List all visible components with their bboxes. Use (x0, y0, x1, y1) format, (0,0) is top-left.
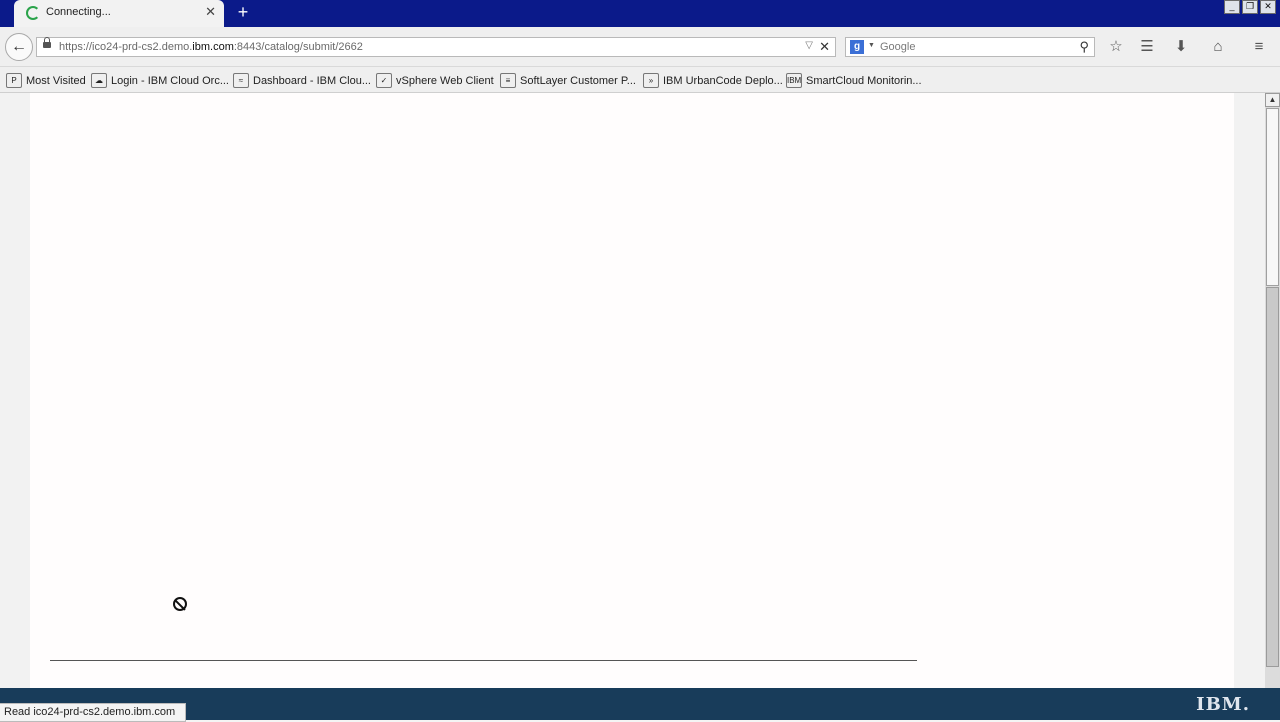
bookmark-label: SmartCloud Monitorin... (806, 74, 922, 87)
engine-dropdown-icon[interactable]: ▼ (868, 42, 875, 49)
bookmark-urbancode[interactable]: » IBM UrbanCode Deplo... (643, 73, 783, 88)
tab-strip: Connecting... ✕ + _ ❐ ✕ (0, 0, 1280, 27)
hamburger-menu-icon[interactable]: ≡ (1248, 38, 1270, 56)
new-tab-button[interactable]: + (234, 2, 252, 24)
bookmark-label: Dashboard - IBM Clou... (253, 74, 371, 87)
tab-active[interactable]: Connecting... ✕ (14, 0, 224, 27)
tab-close-icon[interactable]: ✕ (205, 4, 216, 20)
bookmark-vsphere[interactable]: ✓ vSphere Web Client (376, 73, 494, 88)
url-suffix: :8443/catalog/submit/2662 (233, 41, 363, 53)
bookmark-star-icon[interactable]: ☆ (1105, 38, 1127, 56)
bookmarks-menu-icon[interactable]: ☰ (1136, 38, 1158, 56)
search-icon[interactable]: ⚲ (1079, 39, 1089, 55)
stop-loading-icon[interactable]: ✕ (819, 39, 830, 55)
horizontal-divider (50, 660, 917, 661)
window-controls: _ ❐ ✕ (1224, 0, 1276, 14)
downloads-icon[interactable]: ⬇ (1170, 38, 1192, 56)
bookmarks-toolbar: P Most Visited ☁ Login - IBM Cloud Orc..… (0, 67, 1280, 93)
bookmark-login-ibm-cloud[interactable]: ☁ Login - IBM Cloud Orc... (91, 73, 229, 88)
bookmark-label: SoftLayer Customer P... (520, 74, 636, 87)
page-body (30, 93, 1234, 688)
loading-spinner-icon (26, 6, 40, 20)
minimize-button[interactable]: _ (1224, 0, 1240, 14)
google-engine-icon[interactable]: g (850, 40, 864, 54)
lock-icon (43, 37, 51, 48)
search-placeholder: Google (880, 41, 916, 53)
ibm-icon: IBM (786, 73, 802, 88)
bookmark-most-visited[interactable]: P Most Visited (6, 73, 86, 88)
url-history-dropdown-icon[interactable]: ▽ (805, 40, 813, 51)
bookmark-folder-icon: P (6, 73, 22, 88)
back-button[interactable]: ← (5, 33, 33, 61)
page-viewport (0, 93, 1265, 688)
dashboard-icon: ≈ (233, 73, 249, 88)
vsphere-icon: ✓ (376, 73, 392, 88)
urbancode-icon: » (643, 73, 659, 88)
bookmark-dashboard-ibm-cloud[interactable]: ≈ Dashboard - IBM Clou... (233, 73, 371, 88)
scroll-up-arrow-icon[interactable]: ▲ (1265, 93, 1280, 107)
bookmark-label: Most Visited (26, 74, 86, 87)
not-allowed-cursor-icon (173, 597, 187, 611)
home-icon[interactable]: ⌂ (1207, 38, 1229, 56)
scroll-track-upper[interactable] (1266, 108, 1279, 286)
ibm-logo: IBM. (1196, 694, 1250, 715)
bookmark-softlayer[interactable]: ≡ SoftLayer Customer P... (500, 73, 636, 88)
url-text: https://ico24-prd-cs2.demo.ibm.com:8443/… (59, 41, 363, 53)
close-window-button[interactable]: ✕ (1260, 0, 1276, 14)
tab-title: Connecting... (46, 6, 111, 18)
softlayer-icon: ≡ (500, 73, 516, 88)
cloud-icon: ☁ (91, 73, 107, 88)
scroll-thumb[interactable] (1266, 287, 1279, 667)
url-prefix: https://ico24-prd-cs2.demo. (59, 41, 193, 53)
bookmark-label: IBM UrbanCode Deplo... (663, 74, 783, 87)
bookmark-smartcloud[interactable]: IBM SmartCloud Monitorin... (786, 73, 922, 88)
url-domain: ibm.com (192, 41, 234, 53)
status-bar: Read ico24-prd-cs2.demo.ibm.com (0, 703, 187, 722)
bookmark-label: vSphere Web Client (396, 74, 494, 87)
page-footer: IBM. (0, 688, 1280, 720)
address-bar[interactable]: https://ico24-prd-cs2.demo.ibm.com:8443/… (36, 37, 836, 57)
restore-button[interactable]: ❐ (1242, 0, 1258, 14)
bookmark-label: Login - IBM Cloud Orc... (111, 74, 229, 87)
search-input[interactable]: g ▼ Google ⚲ (845, 37, 1095, 57)
